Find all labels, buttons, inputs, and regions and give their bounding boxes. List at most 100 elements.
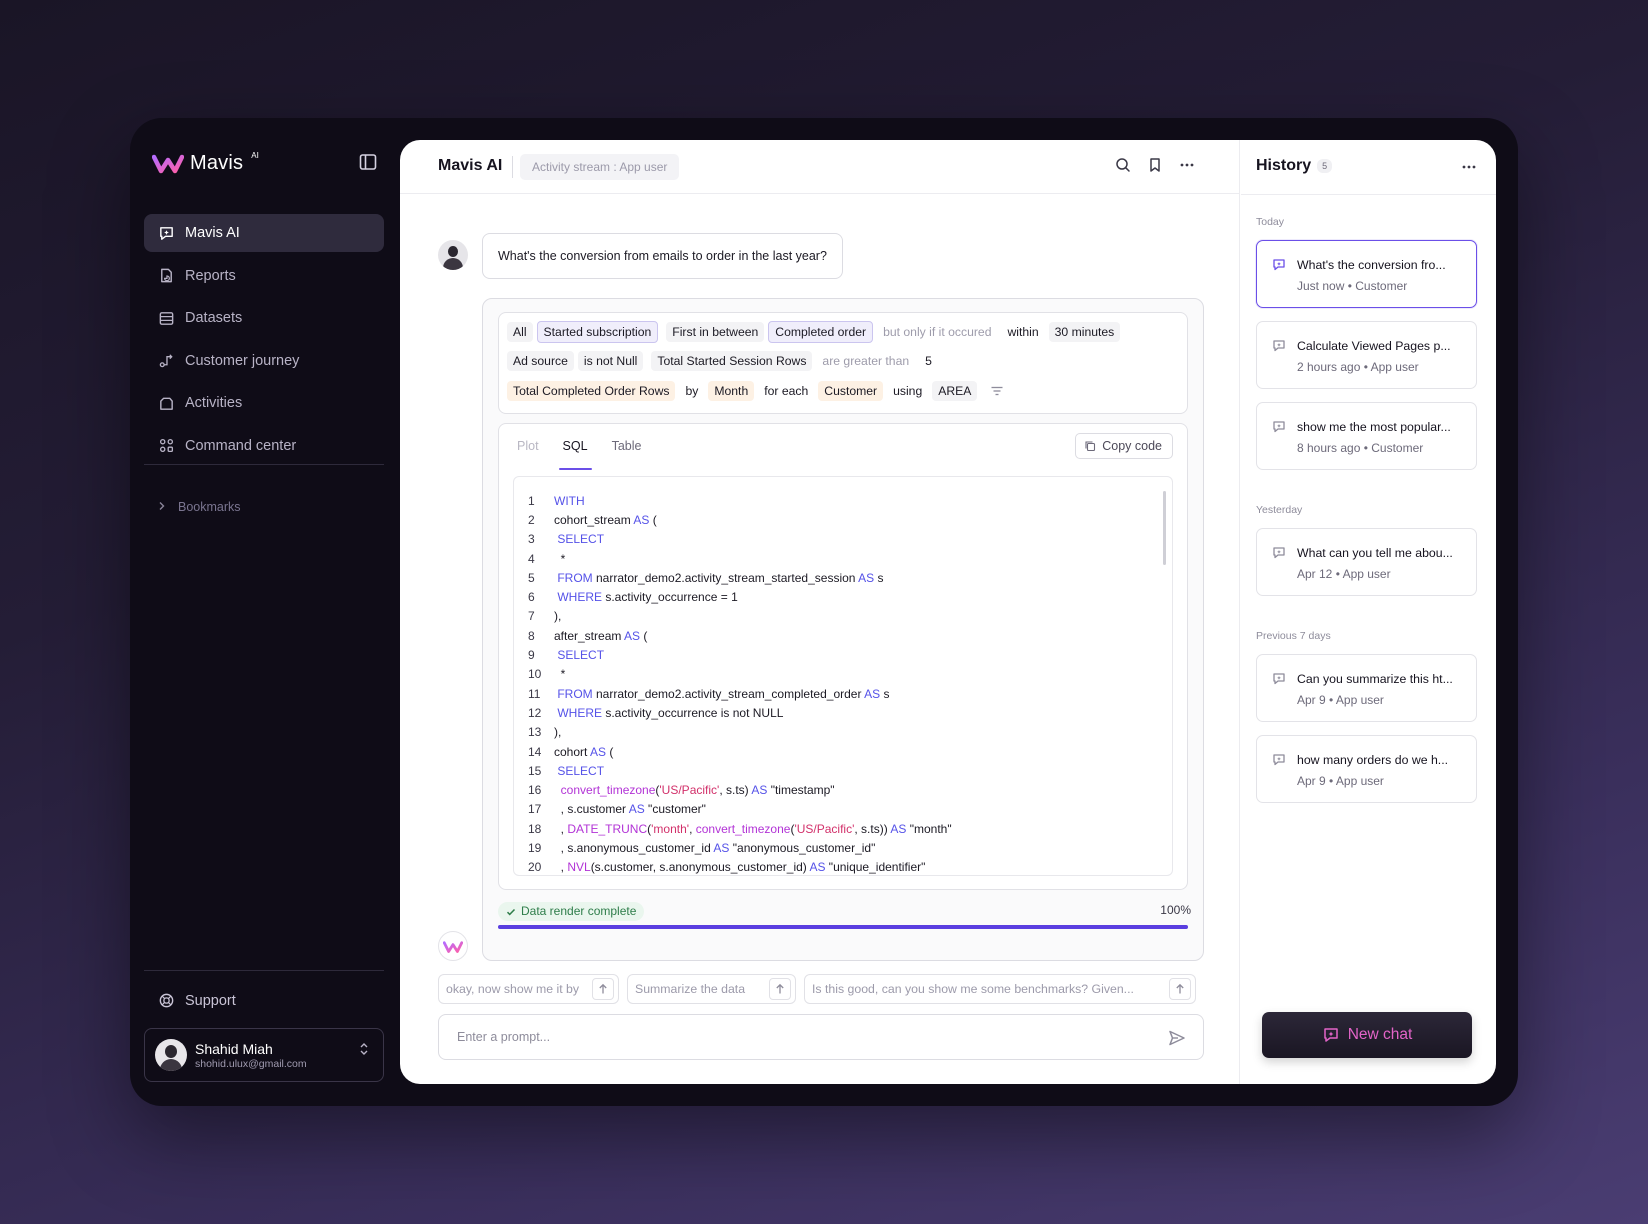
history-item-title: how many orders do we h... [1297,753,1449,767]
arrow-up-icon[interactable] [592,978,614,1000]
query-token: for each [764,384,809,398]
sidebar-item-mavis-ai[interactable]: Mavis AI [144,214,384,252]
code-line: 4 * [528,551,566,566]
main-panel: Mavis AI Activity stream : App user What… [400,140,1496,1084]
suggested-prompts: okay, now show me it by Summarize the da… [438,974,1196,1004]
history-group-label: Today [1256,216,1285,228]
sidebar-divider [144,464,384,465]
journey-icon [159,354,173,368]
query-token[interactable]: is not Null [577,351,644,371]
prompt-box [438,1014,1204,1060]
sidebar-item-command-center[interactable]: Command center [144,427,384,465]
sidebar-item-label: Datasets [185,310,243,326]
context-selector[interactable]: Activity stream : App user [520,154,680,180]
prompt-input[interactable] [440,1016,1140,1058]
suggestion-chip[interactable]: okay, now show me it by [438,974,619,1004]
query-definition: All Started subscription First in betwee… [498,312,1188,414]
copy-code-button[interactable]: Copy code [1075,433,1173,459]
progress-fill [498,925,1188,929]
history-group-label: Previous 7 days [1256,630,1331,642]
avatar [155,1039,187,1071]
new-chat-icon [1323,1028,1338,1042]
user-email: shohid.ulux@gmail.com [195,1057,307,1070]
render-status-badge: Data render complete [498,902,645,921]
query-token: First in between [666,322,765,342]
sidebar-item-label: Mavis AI [185,225,240,241]
tab-table[interactable]: Table [612,424,642,470]
query-activity-chip[interactable]: Started subscription [536,321,659,343]
filter-icon[interactable] [989,383,1005,399]
more-options-icon[interactable] [1178,156,1196,174]
send-icon[interactable] [1167,1028,1187,1048]
code-line: 5 FROM narrator_demo2.activity_stream_st… [528,570,884,585]
chat-sparkle-icon [1272,753,1286,767]
code-scrollbar[interactable] [1163,491,1166,565]
query-token[interactable]: 30 minutes [1048,322,1121,342]
bookmark-icon[interactable] [1146,156,1164,174]
chevron-right-icon [158,500,166,514]
code-line: 15 SELECT [528,763,605,778]
code-lines: 1 WITH 2 cohort_stream AS ( 3 SELECT 4 * 5… [528,491,952,875]
new-chat-button[interactable]: New chat [1262,1012,1472,1058]
query-token[interactable]: 5 [919,351,938,371]
query-token[interactable]: Ad source [507,351,574,371]
sidebar-item-customer-journey[interactable]: Customer journey [144,342,384,380]
query-token[interactable]: AREA [932,381,978,401]
ai-chat-icon [160,226,173,240]
code-line: 12 WHERE s.activity_occurrence is not NU… [528,705,784,720]
query-token: All [507,322,533,342]
sidebar-item-datasets[interactable]: Datasets [144,299,384,337]
code-line: 2 cohort_stream AS ( [528,512,657,527]
mavis-logo-icon [152,151,184,175]
suggestion-chip[interactable]: Summarize the data [627,974,796,1004]
sidebar-item-activities[interactable]: Activities [144,384,384,422]
support-icon [159,993,174,1008]
sidebar-toggle-icon[interactable] [358,152,378,172]
suggestion-chip[interactable]: Is this good, can you show me some bench… [804,974,1196,1004]
user-account-switcher[interactable]: Shahid Miah shohid.ulux@gmail.com [144,1028,384,1082]
history-item-meta: Apr 9 • App user [1297,774,1384,788]
sidebar-item-label: Customer journey [185,352,300,369]
history-item-title: What's the conversion fro... [1297,258,1446,272]
arrow-up-icon[interactable] [769,978,791,1000]
code-line: 8 after_stream AS ( [528,628,648,643]
query-token[interactable]: Total Started Session Rows [651,351,813,371]
tab-plot[interactable]: Plot [517,424,539,470]
bookmarks-toggle[interactable]: Bookmarks [158,500,241,514]
sidebar-nav: Mavis AI Reports Datasets Customer journ… [144,214,384,469]
history-item-meta: Apr 12 • App user [1297,567,1391,581]
query-activity-chip[interactable]: Completed order [768,321,874,343]
query-token[interactable]: Month [708,381,755,401]
suggestion-text: okay, now show me it by [446,982,580,996]
chat-header: Mavis AI Activity stream : App user [400,140,1240,194]
history-item[interactable]: What's the conversion fro... Just now • … [1256,240,1477,308]
more-options-icon[interactable] [1460,158,1478,176]
query-token[interactable]: Customer [818,381,884,401]
query-token[interactable]: Total Completed Order Rows [507,381,676,401]
app-window: Mavis AI Mavis AI Reports Datasets Custom… [130,118,1518,1106]
history-item[interactable]: What can you tell me abou... Apr 12 • Ap… [1256,528,1477,596]
arrow-up-icon[interactable] [1169,978,1191,1000]
history-item-title: Calculate Viewed Pages p... [1297,339,1451,353]
render-status-label: Data render complete [521,904,637,918]
history-item[interactable]: Calculate Viewed Pages p... 2 hours ago … [1256,321,1477,389]
query-row-3: Total Completed Order Rows by Month for … [507,381,1005,401]
query-token: by [685,384,699,398]
tab-sql[interactable]: SQL [558,424,592,470]
activities-icon [160,397,173,410]
support-link[interactable]: Support [158,992,236,1009]
history-item-meta: 2 hours ago • App user [1297,360,1419,374]
search-icon[interactable] [1114,156,1132,174]
history-item[interactable]: how many orders do we h... Apr 9 • App u… [1256,735,1477,803]
history-item-title: show me the most popular... [1297,420,1451,434]
query-token: using [893,384,923,398]
sidebar-divider [144,970,384,971]
user-message-avatar [438,240,468,270]
page-title: Mavis AI [438,157,503,174]
header-divider [512,156,513,178]
history-item[interactable]: show me the most popular... 8 hours ago … [1256,402,1477,470]
copy-icon [1085,441,1096,452]
sidebar-item-reports[interactable]: Reports [144,257,384,295]
history-item[interactable]: Can you summarize this ht... Apr 9 • App… [1256,654,1477,722]
sql-code-viewer[interactable]: 1 WITH 2 cohort_stream AS ( 3 SELECT 4 * 5… [513,476,1173,876]
